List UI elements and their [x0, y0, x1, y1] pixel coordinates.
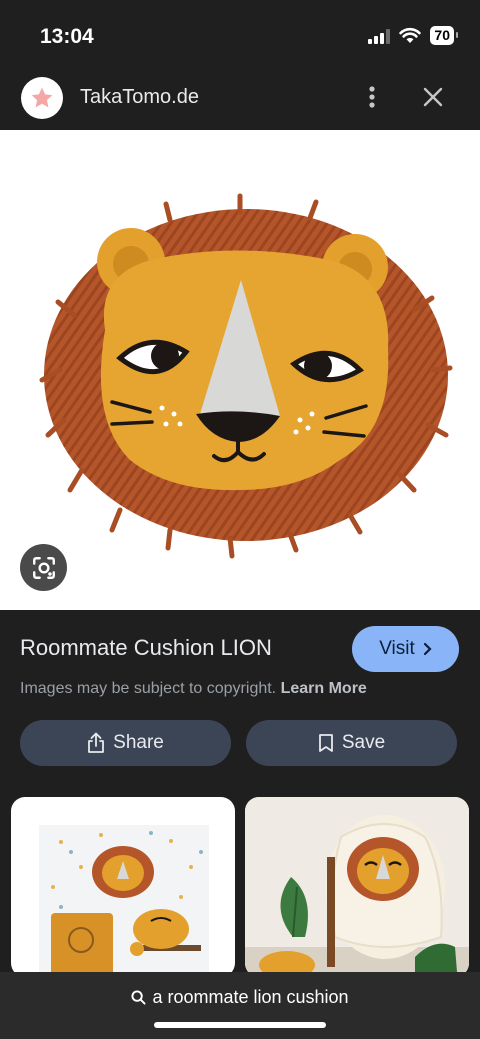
- bottom-search-bar[interactable]: a roommate lion cushion: [0, 972, 480, 1039]
- search-query-text: a roommate lion cushion: [152, 987, 349, 1007]
- result-title[interactable]: Roommate Cushion LION: [20, 635, 272, 661]
- share-label: Share: [113, 732, 164, 753]
- more-vert-icon: [369, 86, 375, 108]
- home-indicator[interactable]: [154, 1022, 326, 1028]
- site-header: TakaTomo.de: [0, 70, 480, 130]
- lion-cushion-illustration: [39, 193, 453, 559]
- search-query[interactable]: a roommate lion cushion: [0, 987, 480, 1008]
- related-image-1: [39, 825, 209, 977]
- close-icon: [423, 87, 443, 107]
- related-image-2: [245, 797, 469, 977]
- visit-label: Visit: [379, 638, 415, 659]
- result-info-panel: Roommate Cushion LION Visit Images may b…: [0, 610, 480, 790]
- search-icon: [131, 990, 146, 1005]
- cellular-signal-icon: [368, 28, 391, 44]
- close-button[interactable]: [418, 82, 448, 112]
- google-lens-button[interactable]: [20, 544, 67, 591]
- related-image-card[interactable]: [245, 797, 469, 977]
- status-bar: 13:04 70: [0, 0, 480, 70]
- copyright-text: Images may be subject to copyright.: [20, 680, 277, 697]
- save-label: Save: [341, 732, 386, 753]
- related-images: [0, 797, 480, 977]
- learn-more-link[interactable]: Learn More: [281, 680, 367, 697]
- chevron-right-icon: [423, 642, 432, 656]
- status-time: 13:04: [40, 25, 94, 48]
- battery-indicator: 70: [430, 26, 458, 45]
- status-icons: 70: [368, 26, 458, 45]
- visit-button[interactable]: Visit: [352, 626, 459, 672]
- more-options-button[interactable]: [358, 82, 386, 112]
- google-lens-icon: [32, 556, 55, 579]
- share-icon: [88, 732, 105, 753]
- copyright-notice: Images may be subject to copyright. Lear…: [20, 680, 367, 698]
- star-icon: [31, 87, 53, 108]
- site-name[interactable]: TakaTomo.de: [80, 86, 199, 109]
- wifi-icon: [399, 27, 422, 43]
- bookmark-icon: [318, 734, 333, 752]
- product-image[interactable]: [0, 130, 480, 610]
- site-favicon[interactable]: [21, 77, 63, 119]
- related-image-card[interactable]: [11, 797, 235, 977]
- share-button[interactable]: Share: [20, 720, 231, 766]
- save-button[interactable]: Save: [246, 720, 457, 766]
